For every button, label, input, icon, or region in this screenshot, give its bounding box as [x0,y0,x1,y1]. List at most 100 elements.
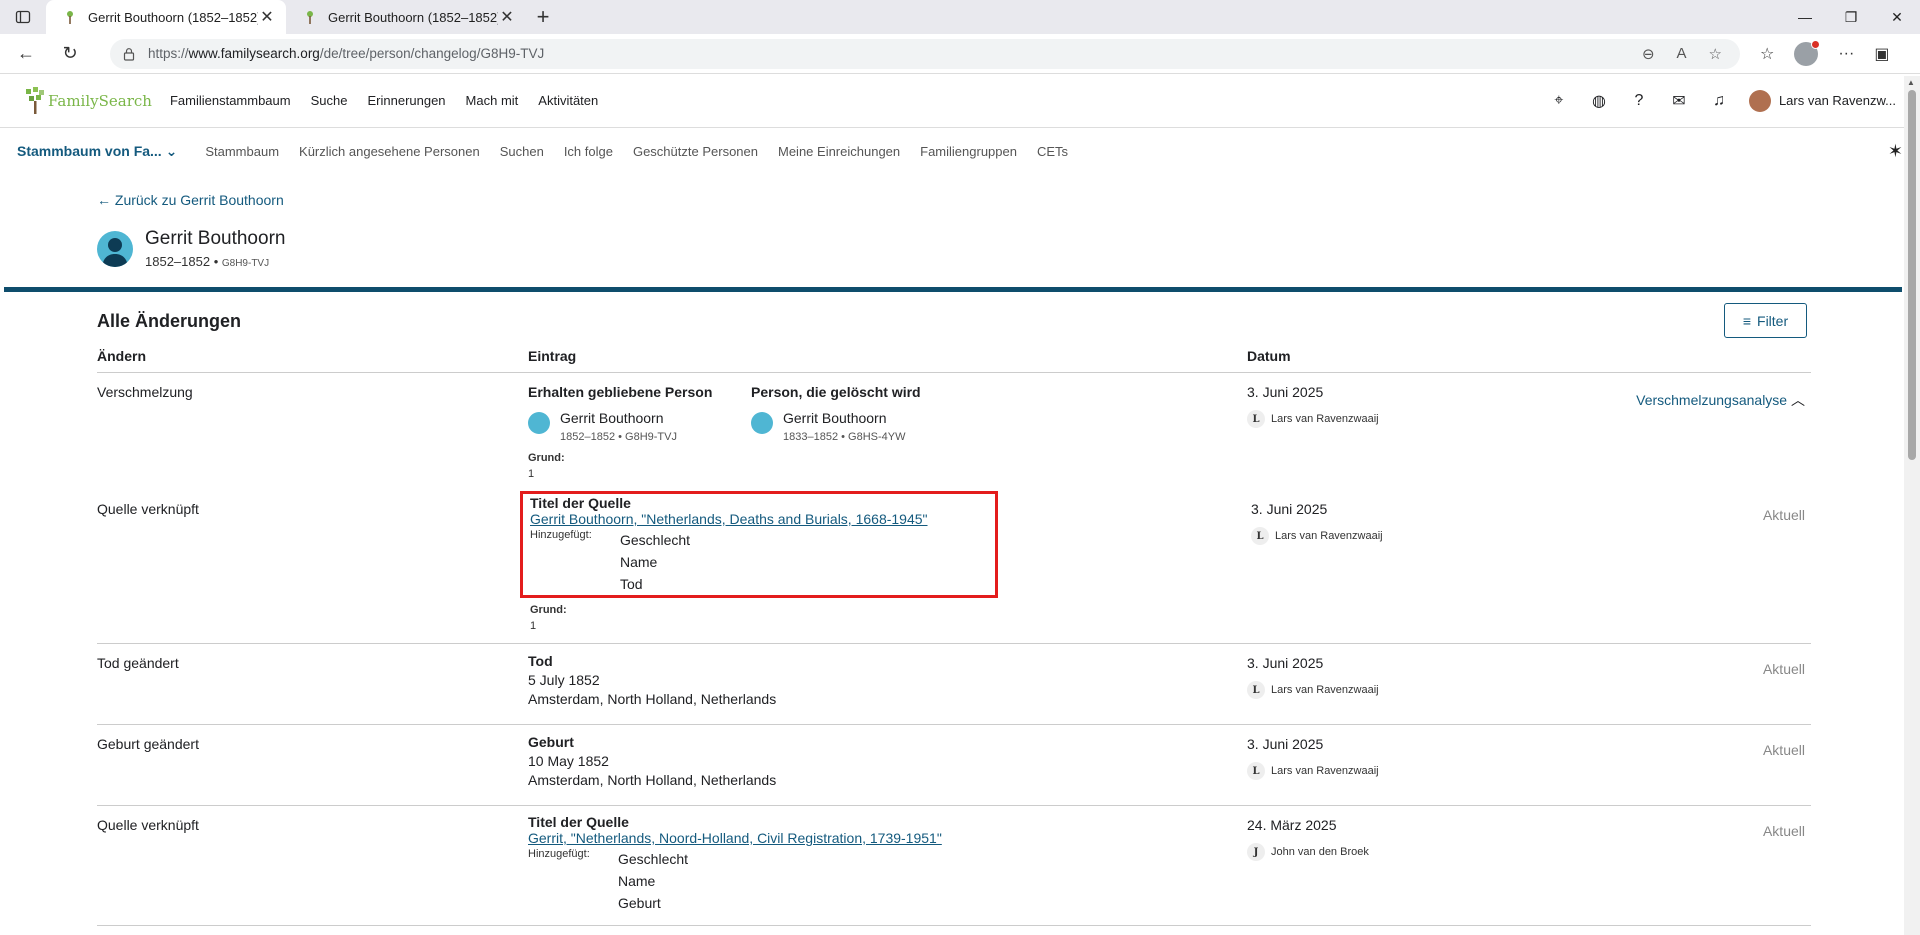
change-type: Quelle verknüpft [97,817,199,833]
site-header: FamilySearch Familienstammbaum Suche Eri… [0,74,1920,128]
contributor[interactable]: J John van den Broek [1247,843,1369,861]
subnav-family-groups[interactable]: Familiengruppen [920,144,1017,159]
favorites-icon[interactable]: ☆ [1760,44,1774,64]
deleted-person[interactable]: Gerrit Bouthoorn 1833–1852 • G8HS-4YW [751,410,921,443]
main-nav: Familienstammbaum Suche Erinnerungen Mac… [170,93,598,108]
url-text: https://www.familysearch.org/de/tree/per… [148,46,545,61]
back-icon[interactable]: ← [8,36,44,72]
browser-tab[interactable]: Gerrit Bouthoorn (1852–1852) • C ✕ [286,0,526,34]
profile-icon[interactable] [1794,39,1821,66]
minimize-icon[interactable]: — [1782,0,1828,34]
kept-person-column: Erhalten gebliebene Person Gerrit Boutho… [528,384,713,443]
column-header-change: Ändern [97,348,146,364]
scroll-up-icon[interactable]: ▲ [1907,78,1915,87]
nav-mach-mit[interactable]: Mach mit [466,93,519,108]
source-entry: Titel der Quelle Gerrit, "Netherlands, N… [528,814,942,914]
merge-analysis-link[interactable]: Verschmelzungsanalyse ︿ [1636,390,1805,410]
changelog-row-birth: Geburt geändert Geburt 10 May 1852 Amste… [97,725,1811,806]
source-reason: Grund: 1 [530,604,567,632]
globe-icon[interactable]: ◍ [1589,91,1609,111]
back-to-person-link[interactable]: ← Zurück zu Gerrit Bouthoorn [97,192,284,208]
changelog-row-merge: Verschmelzung Erhalten gebliebene Person… [97,373,1811,486]
nav-familienstammbaum[interactable]: Familienstammbaum [170,93,291,108]
chevron-up-icon: ︿ [1791,392,1805,408]
messages-icon[interactable]: ✉ [1669,91,1689,111]
status-label: Aktuell [1762,823,1805,839]
filter-button[interactable]: ≡ Filter [1724,303,1807,338]
change-type: Quelle verknüpft [97,501,199,517]
close-window-icon[interactable]: ✕ [1874,0,1920,34]
changelog-title: Alle Änderungen [97,311,242,331]
tab-actions-icon[interactable] [0,0,46,34]
favorite-star-icon[interactable]: ☆ [1709,45,1722,63]
status-label: Aktuell [1762,661,1805,677]
divider [4,287,1902,292]
status-label: Aktuell [1762,742,1805,758]
tab-title: Gerrit Bouthoorn (1852–1852) • C [328,9,498,25]
location-pin-icon[interactable]: ⌖ [1549,92,1569,110]
url-field[interactable]: https://www.familysearch.org/de/tree/per… [110,38,1740,69]
person-name: Gerrit Bouthoorn [145,228,286,249]
change-type: Verschmelzung [97,384,193,400]
nav-suche[interactable]: Suche [311,93,348,108]
tab-title: Gerrit Bouthoorn (1852–1852) • Ä [88,9,258,25]
subnav-following[interactable]: Ich folge [564,144,613,159]
tree-subnav: Stammbaum von Fa... ⌄ Stammbaum Kürzlich… [0,128,1920,175]
source-link[interactable]: Gerrit, "Netherlands, Noord-Holland, Civ… [528,830,942,846]
highlight-annotation-box [520,491,998,598]
tree-logo-icon [26,86,44,114]
nav-aktivitaeten[interactable]: Aktivitäten [538,93,598,108]
subnav-cets[interactable]: CETs [1037,144,1068,159]
familysearch-logo[interactable]: FamilySearch [24,86,152,115]
contributor[interactable]: L Lars van Ravenzwaaij [1251,527,1383,545]
scrollbar-thumb[interactable] [1908,90,1916,460]
browser-tab-active[interactable]: Gerrit Bouthoorn (1852–1852) • Ä ✕ [46,0,286,34]
changelog-row-source: Quelle verknüpft Titel der Quelle Gerrit… [97,806,1811,926]
kept-person[interactable]: Gerrit Bouthoorn 1852–1852 • G8H9-TVJ [528,410,712,443]
chevron-down-icon: ⌄ [165,143,178,159]
familysearch-favicon-icon [307,11,313,24]
lock-icon [123,47,135,61]
person-header: Gerrit Bouthoorn 1852–1852 • G8H9-TVJ [97,228,285,269]
browser-tab-bar: Gerrit Bouthoorn (1852–1852) • Ä ✕ Gerri… [0,0,1920,34]
celebration-icon[interactable]: ✶ [1888,141,1903,162]
death-entry: Tod 5 July 1852 Amsterdam, North Holland… [528,653,777,707]
change-date: 3. Juni 2025 L Lars van Ravenzwaaij [1247,655,1379,699]
refresh-icon[interactable]: ↻ [52,36,88,72]
restore-icon[interactable]: ❐ [1828,0,1874,34]
subnav-suchen[interactable]: Suchen [500,144,544,159]
column-header-entry: Eintrag [528,348,577,364]
filter-icon: ≡ [1742,312,1752,329]
nav-erinnerungen[interactable]: Erinnerungen [367,93,445,108]
change-date: 24. März 2025 J John van den Broek [1247,817,1369,861]
split-screen-icon[interactable]: ▣ [1874,44,1889,64]
read-aloud-icon[interactable]: A [1677,45,1687,63]
change-type: Geburt geändert [97,736,199,752]
tab-close-icon[interactable]: ✕ [498,8,516,26]
change-date: 3. Juni 2025 L Lars van Ravenzwaaij [1247,384,1379,428]
contributor[interactable]: L Lars van Ravenzwaaij [1247,762,1379,780]
tree-selector[interactable]: Stammbaum von Fa... ⌄ [17,143,177,160]
subnav-submissions[interactable]: Meine Einreichungen [778,144,900,159]
contributor[interactable]: L Lars van Ravenzwaaij [1247,410,1379,428]
change-type: Tod geändert [97,655,179,671]
address-bar: ← ↻ https://www.familysearch.org/de/tree… [0,34,1920,74]
page-scrollbar[interactable]: ▲ [1904,76,1920,935]
subnav-stammbaum[interactable]: Stammbaum [205,144,279,159]
change-date: 3. Juni 2025 L Lars van Ravenzwaaij [1247,736,1379,780]
zoom-icon[interactable]: ⊖ [1642,45,1655,63]
window-controls: — ❐ ✕ [1782,0,1920,34]
user-menu[interactable]: Lars van Ravenzw... [1748,89,1896,112]
subnav-protected[interactable]: Geschützte Personen [633,144,758,159]
subnav-recent[interactable]: Kürzlich angesehene Personen [299,144,480,159]
more-menu-icon[interactable]: ··· [1838,45,1854,63]
user-avatar [1748,89,1771,112]
tab-close-icon[interactable]: ✕ [258,8,276,26]
new-tab-button[interactable]: + [526,0,560,34]
change-date: 3. Juni 2025 L Lars van Ravenzwaaij [1251,501,1383,545]
person-avatar-icon [97,230,133,267]
contributor[interactable]: L Lars van Ravenzwaaij [1247,681,1379,699]
notifications-bell-icon[interactable]: ♫ [1709,92,1729,110]
help-icon[interactable]: ? [1629,92,1649,110]
added-fields: Hinzugefügt: Geschlecht Name Geburt [528,848,689,911]
